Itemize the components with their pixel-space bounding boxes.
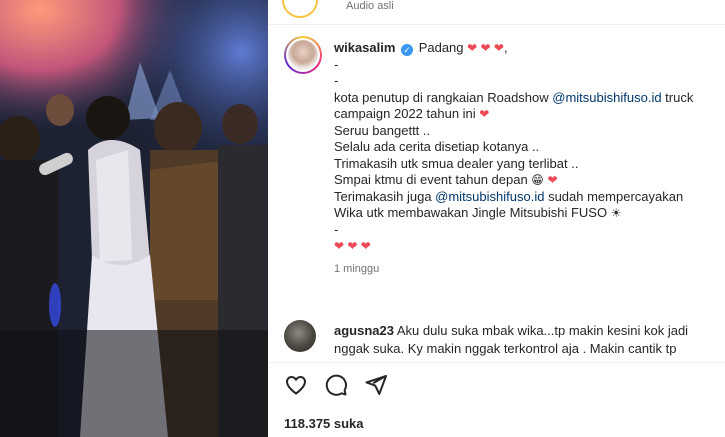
video-frame-illustration: [0, 0, 268, 437]
comment-line-2: nggak suka. Ky makin nggak terkontrol aj…: [334, 341, 677, 356]
commenter-avatar[interactable]: [284, 320, 316, 352]
post-details-panel: Audio asli wikasalim ✓ Padang ❤ ❤ ❤, --k…: [268, 0, 725, 437]
caption-comma: ,: [503, 40, 508, 55]
username-link[interactable]: wikasalim: [334, 40, 395, 55]
caption-line: campaign 2022 tahun ini ❤: [334, 106, 725, 123]
caption-text-span: Trimakasih utk smua dealer yang terlibat…: [334, 155, 579, 171]
caption-text-span: Selalu ada cerita disetiap kotanya ..: [334, 139, 540, 154]
share-paper-plane-icon[interactable]: [364, 373, 388, 397]
emoji: 😁: [531, 173, 544, 187]
comment-line-1: Aku dulu suka mbak wika...tp makin kesin…: [393, 323, 689, 338]
likes-count[interactable]: 118.375 suka: [284, 416, 364, 431]
caption-text-span: -: [334, 221, 339, 237]
location-text: Padang: [418, 40, 464, 55]
heart-emoji: ❤: [547, 173, 558, 187]
caption-line: Wika utk membawakan Jingle Mitsubishi FU…: [334, 205, 725, 222]
caption-text-span: Smpai ktmu di event tahun depan: [334, 172, 532, 187]
caption-text-span: campaign 2022 tahun ini: [334, 106, 480, 121]
divider: [268, 362, 725, 363]
caption-line: Trimakasih utk smua dealer yang terlibat…: [334, 156, 725, 173]
caption-text-span: truck: [661, 89, 694, 105]
mention-link[interactable]: @mitsubishifuso.id: [435, 189, 544, 204]
caption-line: Selalu ada cerita disetiap kotanya ..: [334, 139, 725, 156]
caption-line: -: [334, 73, 725, 90]
audio-label[interactable]: Audio asli: [346, 0, 394, 12]
audio-avatar[interactable]: [282, 0, 318, 18]
caption-line: -: [334, 222, 725, 239]
verified-badge-icon: ✓: [401, 44, 414, 56]
caption-text-span: Wika utk membawakan Jingle Mitsubishi FU…: [334, 205, 611, 220]
caption-line: Smpai ktmu di event tahun depan 😁 ❤: [334, 172, 725, 189]
like-heart-icon[interactable]: [284, 373, 308, 397]
caption-text-span: sudah mempercayakan: [544, 188, 684, 204]
caption-lines: - - kota penutup di rangkaian Roadshow @mi…: [334, 57, 725, 255]
caption-line: Terimakasih juga @mitsubishifuso.id suda…: [334, 189, 725, 206]
caption-text-span: kota penutup di rangkaian Roadshow: [334, 89, 553, 105]
post-media-video[interactable]: [0, 0, 268, 437]
caption-text-span: Seruu bangettt ..: [334, 122, 431, 138]
caption-header: wikasalim ✓ Padang ❤ ❤ ❤,: [334, 40, 725, 57]
avatar[interactable]: [284, 36, 322, 74]
heart-emoji: ❤ ❤ ❤: [467, 41, 504, 55]
audio-row[interactable]: Audio asli: [282, 0, 394, 18]
heart-emoji: ❤ ❤ ❤: [334, 239, 371, 253]
post-timestamp[interactable]: 1 minggu: [334, 261, 725, 278]
mention-link[interactable]: @mitsubishifuso.id: [552, 90, 661, 105]
comment-bubble-icon[interactable]: [324, 373, 348, 397]
caption-line: ❤ ❤ ❤: [334, 238, 725, 255]
caption-line: Seruu bangettt ..: [334, 123, 725, 140]
divider: [268, 24, 725, 25]
profile-photo: [288, 40, 318, 70]
emoji: ☀: [610, 206, 622, 220]
action-bar: [284, 373, 388, 397]
caption-text-span: Terimakasih juga: [334, 188, 436, 204]
commenter-username[interactable]: agusna23: [334, 323, 394, 338]
caption-text: wikasalim ✓ Padang ❤ ❤ ❤, - - kota penutup…: [334, 40, 725, 277]
caption-line: -: [334, 57, 725, 74]
caption-text-span: -: [334, 56, 339, 72]
heart-emoji: ❤: [479, 107, 490, 121]
caption-line: kota penutup di rangkaian Roadshow @mits…: [334, 90, 725, 107]
caption-text-span: -: [334, 73, 339, 88]
comment-text: agusna23 Aku dulu suka mbak wika...tp ma…: [334, 322, 725, 358]
